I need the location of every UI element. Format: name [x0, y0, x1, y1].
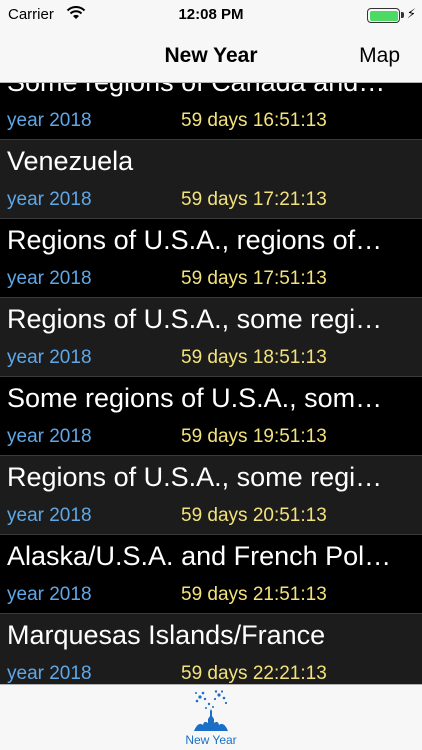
fireworks-icon: [194, 690, 228, 731]
status-bar: Carrier 12:08 PM ⚡: [0, 0, 422, 30]
region-name: Regions of U.S.A., some regi…: [7, 304, 383, 334]
year-label: year 2018: [7, 584, 92, 605]
countdown-list-content: Some regions of Canada and… year 2018 59 d…: [0, 83, 422, 684]
region-name: Regions of U.S.A., regions of…: [7, 225, 383, 255]
countdown-list[interactable]: Some regions of Canada and… year 2018 59 d…: [0, 83, 422, 684]
navigation-bar: New Year Map: [0, 30, 422, 83]
status-time: 12:08 PM: [178, 6, 244, 23]
year-label: year 2018: [7, 426, 92, 447]
region-name: Alaska/U.S.A. and French Pol…: [7, 541, 392, 571]
region-name: Venezuela: [7, 146, 134, 176]
tab-bar: New Year: [0, 684, 422, 750]
list-item[interactable]: Alaska/U.S.A. and French Pol… year 2018 59…: [0, 535, 422, 614]
countdown-label: 59 days 22:21:13: [181, 663, 327, 684]
tab-label: New Year: [185, 733, 237, 747]
list-item[interactable]: Some regions of Canada and… year 2018 59 d…: [0, 83, 422, 140]
list-item[interactable]: Regions of U.S.A., regions of… year 2018 5…: [0, 219, 422, 298]
year-label: year 2018: [7, 347, 92, 368]
battery-tip: [401, 12, 404, 18]
countdown-label: 59 days 17:21:13: [181, 189, 327, 210]
list-item[interactable]: Regions of U.S.A., some regi… year 2018 59…: [0, 456, 422, 535]
map-button[interactable]: Map: [359, 44, 400, 68]
list-item[interactable]: Regions of U.S.A., some regi… year 2018 59…: [0, 298, 422, 377]
list-item[interactable]: Some regions of U.S.A., som… year 2018 59 …: [0, 377, 422, 456]
region-name: Regions of U.S.A., some regi…: [7, 462, 383, 492]
year-label: year 2018: [7, 268, 92, 289]
year-label: year 2018: [7, 505, 92, 526]
battery-icon: [367, 8, 400, 23]
region-name: Some regions of Canada and…: [7, 83, 402, 98]
charging-bolt-icon: ⚡: [406, 6, 416, 21]
tab-new-year[interactable]: New Year: [170, 685, 252, 750]
countdown-label: 59 days 18:51:13: [181, 347, 327, 368]
countdown-label: 59 days 20:51:13: [181, 505, 327, 526]
region-name: Marquesas Islands/France: [7, 620, 326, 650]
year-label: year 2018: [7, 110, 92, 131]
region-name: Some regions of U.S.A., som…: [7, 383, 383, 413]
countdown-label: 59 days 16:51:13: [181, 110, 327, 131]
list-item[interactable]: Venezuela year 2018 59 days 17:21:13: [0, 140, 422, 219]
countdown-label: 59 days 21:51:13: [181, 584, 327, 605]
year-label: year 2018: [7, 189, 92, 210]
countdown-label: 59 days 17:51:13: [181, 268, 327, 289]
countdown-label: 59 days 19:51:13: [181, 426, 327, 447]
year-label: year 2018: [7, 663, 92, 684]
list-item[interactable]: Marquesas Islands/France year 2018 59 days…: [0, 614, 422, 684]
battery-fill: [369, 10, 398, 21]
